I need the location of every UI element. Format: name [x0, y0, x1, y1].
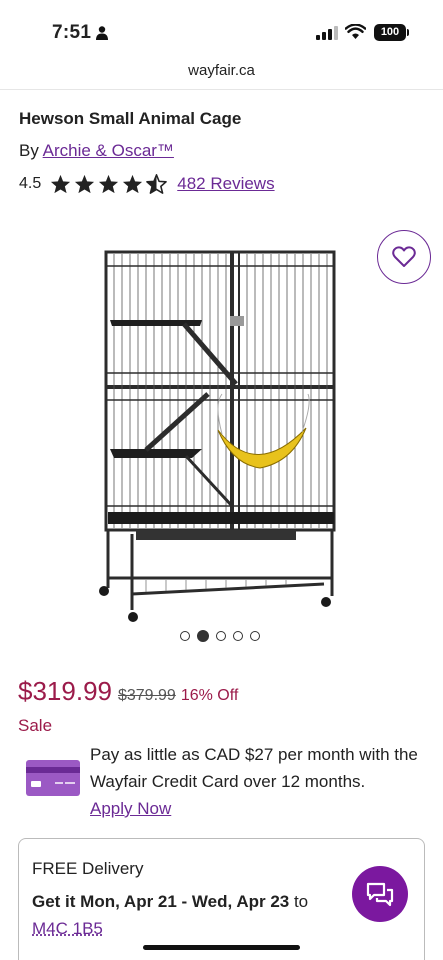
sale-badge: Sale: [18, 716, 53, 735]
brand-link[interactable]: Archie & Oscar™: [43, 141, 174, 160]
home-indicator[interactable]: [143, 945, 300, 950]
battery-indicator: 100: [374, 24, 409, 41]
carousel-dot[interactable]: [216, 631, 226, 641]
status-time: 7:51: [52, 22, 92, 43]
discount-label: 16% Off: [180, 687, 239, 704]
credit-card-icon: [26, 760, 80, 796]
person-icon: [96, 26, 108, 40]
rating-value: 4.5: [19, 175, 42, 192]
delivery-title: FREE Delivery: [32, 859, 144, 878]
carousel-dots: [180, 630, 260, 642]
apply-now-link[interactable]: Apply Now: [90, 799, 171, 818]
star-icon: [99, 174, 119, 194]
reviews-link[interactable]: 482 Reviews: [177, 174, 274, 194]
byline-prefix: By: [19, 141, 43, 160]
star-icon: [75, 174, 95, 194]
brand-byline: By Archie & Oscar™: [19, 141, 174, 161]
price-row: $319.99 $379.99 16% Off: [18, 676, 238, 707]
delivery-card: FREE Delivery Get it Mon, Apr 21 - Wed, …: [18, 838, 425, 960]
product-title: Hewson Small Animal Cage: [19, 109, 242, 128]
star-rating: [50, 174, 168, 194]
chat-button[interactable]: [352, 866, 408, 922]
delivery-to-label: to: [289, 892, 309, 911]
chat-icon: [366, 882, 394, 907]
half-star-icon: [146, 174, 168, 194]
divider: [0, 89, 443, 90]
rating-row: 4.5 482 Reviews: [19, 172, 275, 196]
credit-offer: Pay as little as CAD $27 per month with …: [90, 741, 425, 822]
carousel-dot[interactable]: [250, 631, 260, 641]
heart-icon: [392, 246, 416, 267]
carousel-dot-active[interactable]: [197, 630, 209, 642]
signal-icon: [316, 26, 338, 40]
url-bar[interactable]: wayfair.ca: [0, 62, 443, 79]
postal-code-link[interactable]: M4C 1B5: [32, 919, 103, 939]
delivery-date-range: Get it Mon, Apr 21 - Wed, Apr 23: [32, 892, 290, 911]
credit-offer-text: Pay as little as CAD $27 per month with …: [90, 745, 418, 791]
wifi-icon: [345, 24, 366, 39]
product-image[interactable]: [96, 244, 346, 628]
original-price: $379.99: [117, 687, 176, 704]
star-icon: [51, 174, 71, 194]
carousel-dot[interactable]: [233, 631, 243, 641]
wishlist-button[interactable]: [377, 230, 431, 284]
carousel-dot[interactable]: [180, 631, 190, 641]
star-icon: [123, 174, 143, 194]
delivery-dates: Get it Mon, Apr 21 - Wed, Apr 23 to: [32, 892, 308, 912]
status-bar: 7:51 100: [0, 0, 443, 60]
current-price: $319.99: [18, 676, 112, 706]
